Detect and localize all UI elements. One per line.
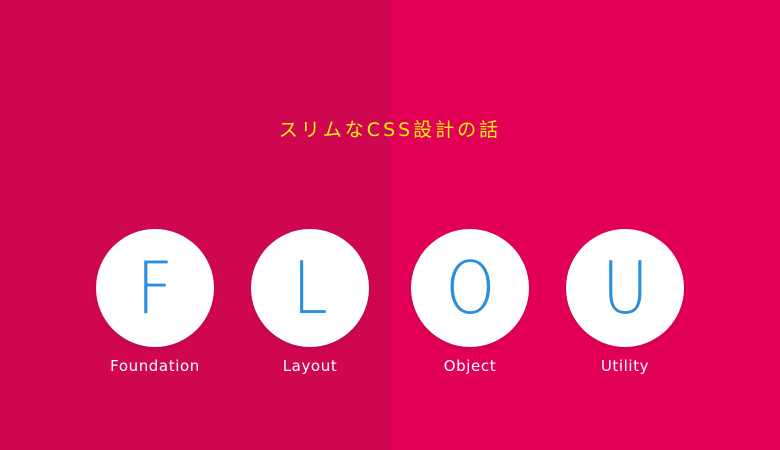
utility-label: Utility: [600, 357, 650, 375]
foundation-circle: F: [96, 229, 214, 347]
page-title: スリムなCSS設計の話: [278, 119, 502, 141]
background-right-panel: [390, 0, 780, 450]
layout-circle: L: [251, 229, 369, 347]
object-label: Object: [443, 357, 497, 375]
layout-letter: L: [292, 246, 328, 330]
background-left-panel: [0, 0, 390, 450]
object-circle: O: [411, 229, 529, 347]
object-letter: O: [445, 246, 495, 330]
foundation-label: Foundation: [110, 357, 200, 375]
utility-letter: U: [601, 246, 649, 330]
layout-label: Layout: [282, 357, 338, 375]
utility-circle: U: [566, 229, 684, 347]
foundation-letter: F: [136, 246, 174, 330]
